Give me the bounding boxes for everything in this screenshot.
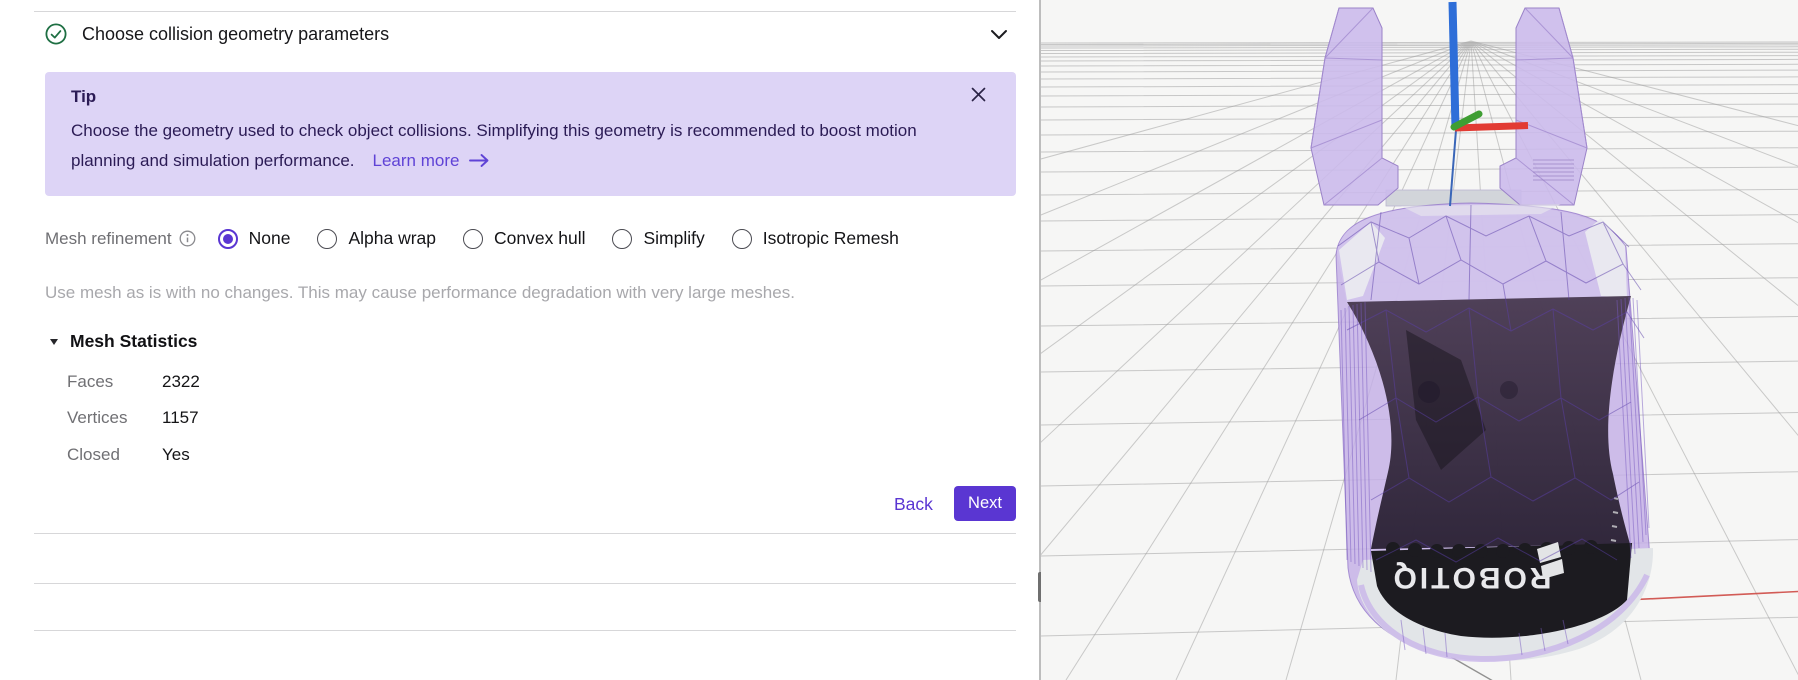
caret-down-icon [50,339,58,345]
model-brand-text: ROBOTIQ [1391,561,1552,594]
section-material-settings[interactable]: Choose material settings [0,533,1039,583]
section-collision-geometry[interactable]: Choose collision geometry parameters [45,21,389,47]
mesh-refinement-label: Mesh refinement [45,229,172,249]
radio-button[interactable] [218,229,238,249]
stat-label: Faces [67,372,162,392]
tip-banner: Tip Choose the geometry used to check ob… [45,72,1016,196]
radio-label: Isotropic Remesh [763,228,899,249]
refinement-description: Use mesh as is with no changes. This may… [45,283,795,303]
learn-more-link[interactable]: Learn more [373,151,460,170]
section-title: Choose collision geometry parameters [82,24,389,45]
mesh-statistics-title: Mesh Statistics [70,331,197,352]
section-user-data[interactable]: Add optional user data [0,583,1039,630]
stat-row-faces: Faces2322 [67,372,200,392]
radio-option-simplify[interactable]: Simplify [612,228,704,249]
arrow-right-icon [468,153,490,168]
radio-label: Simplify [643,228,704,249]
viewport-3d[interactable]: ROBOTIQ [1041,0,1798,680]
tip-text-line2: planning and simulation performance. [71,151,355,170]
axis-x-red [1455,126,1528,129]
stat-label: Closed [67,445,162,465]
stat-row-closed: ClosedYes [67,445,190,465]
radio-label: None [249,228,291,249]
section-import-hierarchy[interactable]: Choose import hierarchy [0,630,1039,680]
divider [34,11,1016,12]
stat-label: Vertices [67,408,162,428]
check-circle-icon [45,23,67,45]
mesh-refinement-group: Mesh refinement None Alpha wrap Convex h… [45,228,926,249]
radio-option-alpha-wrap[interactable]: Alpha wrap [317,228,436,249]
viewport-canvas[interactable]: ROBOTIQ [1041,0,1798,680]
radio-button[interactable] [317,229,337,249]
cup-mesh: ROBOTIQ [1336,203,1653,661]
radio-label: Alpha wrap [348,228,436,249]
stat-value: Yes [162,445,190,464]
radio-button[interactable] [612,229,632,249]
import-wizard-panel: Choose collision geometry parameters Tip… [0,0,1039,680]
app: Choose collision geometry parameters Tip… [0,0,1798,680]
mesh-statistics-header[interactable]: Mesh Statistics [50,331,197,352]
axis-z-blue [1453,2,1456,128]
tip-body: Choose the geometry used to check object… [71,116,926,176]
next-button[interactable]: Next [954,486,1016,521]
back-button[interactable]: Back [894,494,933,515]
radio-button[interactable] [732,229,752,249]
radio-label: Convex hull [494,228,585,249]
stat-row-vertices: Vertices1157 [67,408,199,428]
radio-option-none[interactable]: None [218,228,291,249]
close-icon[interactable] [968,86,988,106]
stat-value: 2322 [162,372,200,391]
tip-title: Tip [71,87,96,107]
tip-text-line1: Choose the geometry used to check object… [71,121,917,140]
stat-value: 1157 [162,408,199,427]
radio-option-convex-hull[interactable]: Convex hull [463,228,585,249]
radio-button[interactable] [463,229,483,249]
radio-option-isotropic-remesh[interactable]: Isotropic Remesh [732,228,899,249]
info-icon[interactable] [179,230,196,247]
chevron-down-icon[interactable] [990,29,1008,40]
